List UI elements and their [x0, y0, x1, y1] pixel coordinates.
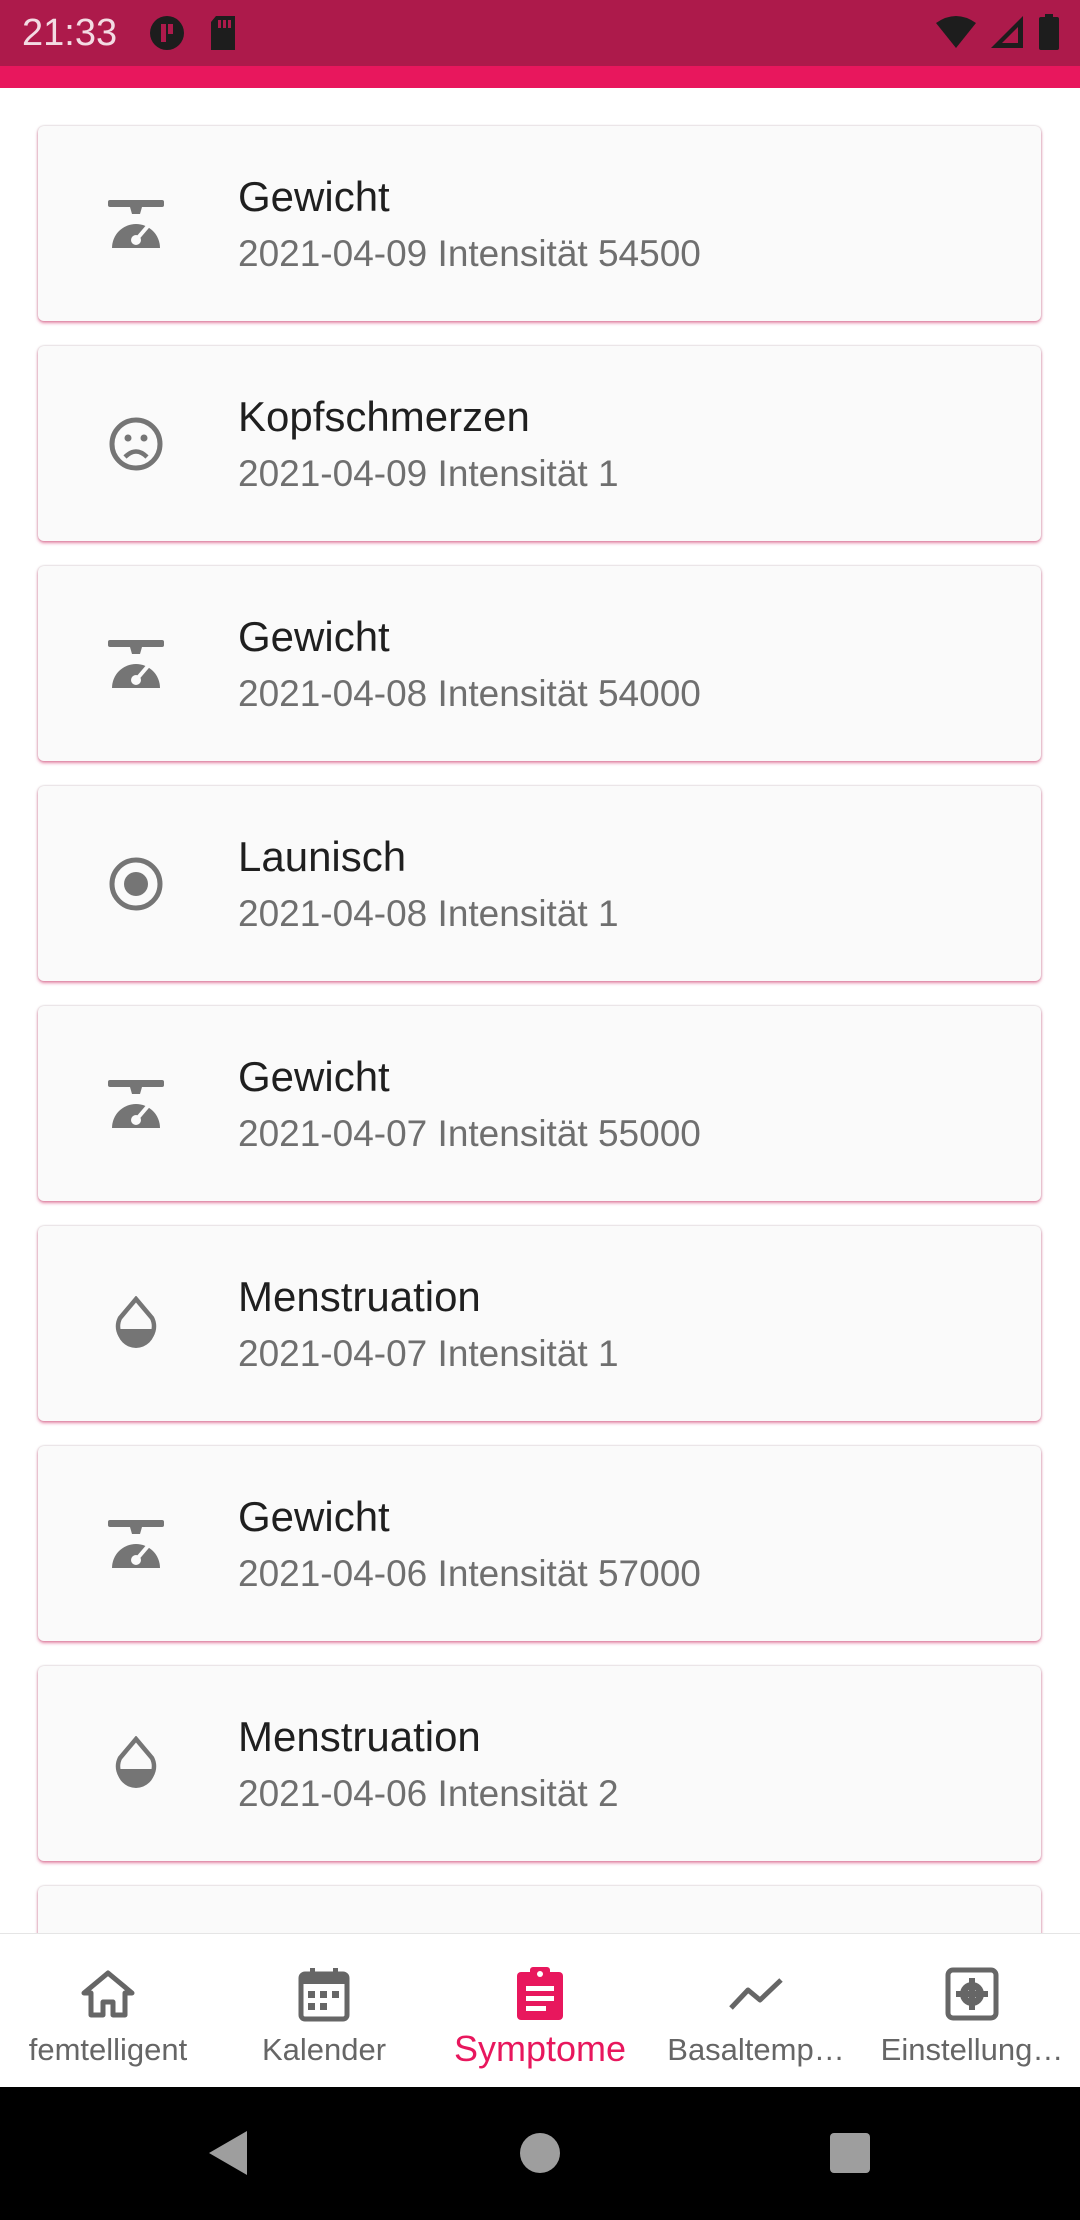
entry-subtitle: 2021-04-08 Intensität 54000 — [238, 673, 701, 714]
symptom-card[interactable]: Kopfschmerzen 2021-04-09 Intensität 1 — [38, 346, 1041, 541]
nav-label: Basaltemp… — [667, 2032, 845, 2067]
entry-subtitle: 2021-04-07 Intensität 1 — [238, 1333, 619, 1374]
radio-button-icon — [86, 834, 186, 934]
nav-label: Kalender — [261, 2032, 387, 2067]
nav-item-einstellungen[interactable]: Einstellung… — [864, 1934, 1080, 2088]
entry-subtitle: 2021-04-07 Intensität 55000 — [238, 1113, 701, 1154]
battery-icon — [1038, 14, 1060, 55]
trend-line-icon — [726, 1964, 786, 2024]
scale-icon — [86, 1494, 186, 1594]
entry-subtitle: 2021-04-06 Intensität 2 — [238, 1773, 619, 1814]
symptom-card[interactable]: Gewicht 2021-04-09 Intensität 54500 — [38, 126, 1041, 321]
scale-icon — [86, 614, 186, 714]
wifi-icon — [936, 15, 976, 54]
app-badge-icon — [148, 14, 186, 57]
entry-subtitle: 2021-04-08 Intensität 1 — [238, 893, 619, 934]
entry-title: Launisch — [238, 833, 407, 880]
nav-item-symptome[interactable]: Symptome — [432, 1934, 648, 2088]
entry-title: Gewicht — [238, 613, 390, 660]
home-icon — [78, 1964, 138, 2024]
drop-icon — [86, 1274, 186, 1374]
bottom-navigation: femtelligent Kalender Symptome Basaltemp… — [0, 1933, 1080, 2088]
symptom-card[interactable]: Gewicht 2021-04-06 Intensität 57000 — [38, 1446, 1041, 1641]
clipboard-icon — [510, 1964, 570, 2024]
symptom-card-partial[interactable] — [38, 1886, 1041, 1933]
entry-subtitle: 2021-04-06 Intensität 57000 — [238, 1553, 701, 1594]
system-navigation-bar — [0, 2087, 1080, 2220]
nav-label: Einstellung… — [880, 2032, 1064, 2067]
scale-icon — [86, 1054, 186, 1154]
entry-subtitle: 2021-04-09 Intensität 54500 — [238, 233, 701, 274]
symptom-card[interactable]: Menstruation 2021-04-07 Intensität 1 — [38, 1226, 1041, 1421]
status-bar: 21:33 — [0, 0, 1080, 66]
entry-title: Menstruation — [238, 1273, 481, 1320]
home-circle-icon[interactable] — [510, 2123, 570, 2183]
entry-title: Gewicht — [238, 173, 390, 220]
entry-subtitle: 2021-04-09 Intensität 1 — [238, 453, 619, 494]
nav-label: Symptome — [453, 2028, 627, 2069]
sd-card-icon — [208, 14, 238, 57]
sad-face-icon — [86, 394, 186, 494]
signal-icon — [990, 15, 1024, 54]
entry-title: Menstruation — [238, 1713, 481, 1760]
nav-item-kalender[interactable]: Kalender — [216, 1934, 432, 2088]
entry-title: Gewicht — [238, 1053, 390, 1100]
recents-icon[interactable] — [820, 2123, 880, 2183]
nav-item-femtelligent[interactable]: femtelligent — [0, 1934, 216, 2088]
symptom-card[interactable]: Gewicht 2021-04-07 Intensität 55000 — [38, 1006, 1041, 1201]
scale-icon — [86, 174, 186, 274]
drop-icon — [86, 1714, 186, 1814]
symptom-card[interactable]: Launisch 2021-04-08 Intensität 1 — [38, 786, 1041, 981]
symptom-card[interactable]: Gewicht 2021-04-08 Intensität 54000 — [38, 566, 1041, 761]
symptom-card[interactable]: Menstruation 2021-04-06 Intensität 2 — [38, 1666, 1041, 1861]
settings-icon — [942, 1964, 1002, 2024]
entry-title: Gewicht — [238, 1493, 390, 1540]
nav-item-basaltemperatur[interactable]: Basaltemp… — [648, 1934, 864, 2088]
nav-label: femtelligent — [28, 2032, 188, 2067]
calendar-icon — [294, 1964, 354, 2024]
accent-bar — [0, 66, 1080, 88]
status-time: 21:33 — [22, 12, 118, 54]
back-icon[interactable] — [197, 2123, 257, 2183]
entry-title: Kopfschmerzen — [238, 393, 530, 440]
symptom-list[interactable]: Gewicht 2021-04-09 Intensität 54500 Kopf… — [0, 88, 1080, 1933]
